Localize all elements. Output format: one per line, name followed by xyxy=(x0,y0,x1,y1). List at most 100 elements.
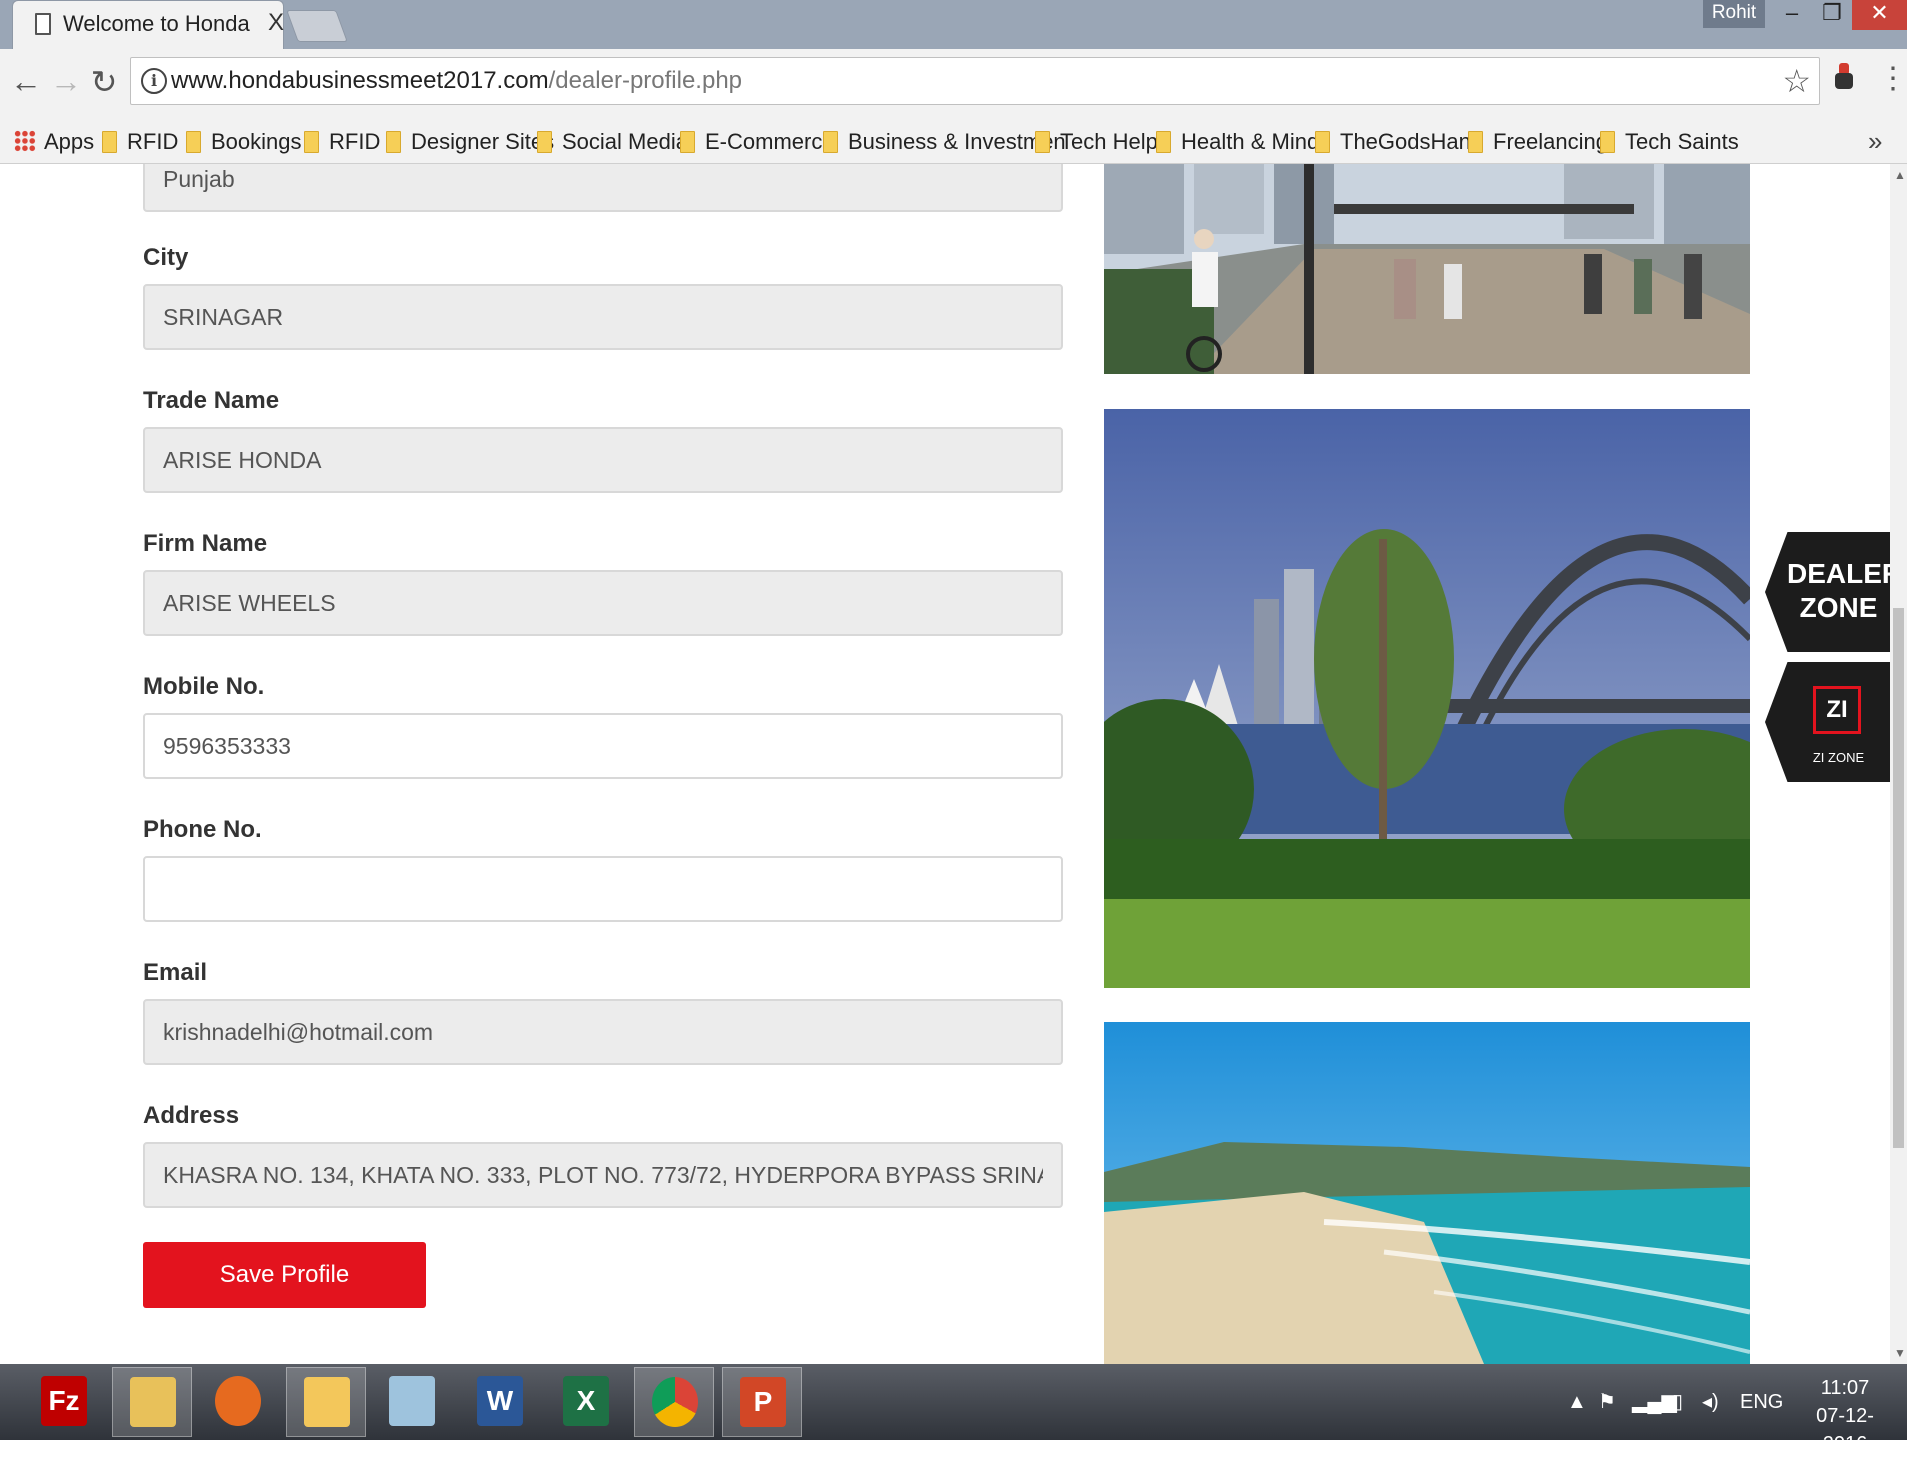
folder-icon xyxy=(823,131,838,153)
word-icon[interactable]: W xyxy=(460,1367,540,1437)
reload-icon[interactable]: ↻ xyxy=(86,63,122,101)
folder-icon xyxy=(1156,131,1171,153)
firefox-icon[interactable] xyxy=(198,1367,278,1437)
bookmarks-overflow-icon[interactable]: » xyxy=(1868,119,1882,164)
bookmark-label: Health & Mind xyxy=(1181,129,1320,154)
bookmark-apps[interactable]: Apps xyxy=(14,119,94,164)
phone-label: Phone No. xyxy=(143,816,262,843)
folder-icon xyxy=(102,131,117,153)
bookmark-label: Social Media xyxy=(562,129,688,154)
profile-name-button[interactable]: Rohit xyxy=(1703,0,1765,28)
action-center-flag-icon[interactable]: ⚑ xyxy=(1598,1364,1616,1440)
bookmark-label: Bookings xyxy=(211,129,302,154)
bookmark-rfid[interactable]: RFID xyxy=(102,119,178,164)
save-profile-button[interactable]: Save Profile xyxy=(143,1242,426,1308)
bookmark-freelancing[interactable]: Freelancing xyxy=(1468,119,1608,164)
bookmark-label: Freelancing xyxy=(1493,129,1608,154)
bookmark-business-investment[interactable]: Business & Investmen xyxy=(823,119,1066,164)
bookmark-thegodshand[interactable]: TheGodsHand xyxy=(1315,119,1483,164)
powerpoint-icon[interactable]: P xyxy=(722,1367,802,1437)
bookmark-label: Business & Investmen xyxy=(848,129,1066,154)
mobile-field[interactable] xyxy=(143,713,1063,779)
zi-zone-button[interactable]: ZI ZI ZONE xyxy=(1765,662,1890,782)
excel-icon[interactable]: X xyxy=(546,1367,626,1437)
zi-zone-label: ZI ZONE xyxy=(1812,750,1865,765)
bookmark-tech-saints[interactable]: Tech Saints xyxy=(1600,119,1739,164)
bookmark-health-mind[interactable]: Health & Mind xyxy=(1156,119,1319,164)
filezilla-icon[interactable]: Fz xyxy=(24,1367,104,1437)
state-field[interactable] xyxy=(143,164,1063,212)
system-clock[interactable]: 11:07 07-12-2016 xyxy=(1795,1374,1895,1458)
bookmark-tech-help[interactable]: Tech Help xyxy=(1035,119,1158,164)
trade-name-label: Trade Name xyxy=(143,387,280,414)
extension-icon[interactable] xyxy=(1833,63,1855,97)
network-signal-icon[interactable]: ▂▄▆ xyxy=(1632,1364,1677,1440)
browser-menu-icon[interactable]: ⋮ xyxy=(1878,61,1907,96)
url-text[interactable]: www.hondabusinessmeet2017.com/dealer-pro… xyxy=(171,67,742,95)
apps-grid-icon xyxy=(14,130,36,152)
folder-icon xyxy=(680,131,695,153)
bookmark-rfid-2[interactable]: RFID xyxy=(304,119,380,164)
scroll-thumb[interactable] xyxy=(1893,608,1904,1148)
page-scrollbar[interactable]: ▲ ▼ xyxy=(1890,164,1907,1364)
tab-title: Welcome to Honda xyxy=(63,11,250,36)
scroll-down-arrow-icon[interactable]: ▼ xyxy=(1894,1346,1906,1360)
folder-icon xyxy=(304,131,319,153)
bookmark-e-commerce[interactable]: E-Commerce xyxy=(680,119,835,164)
close-window-button[interactable]: ✕ xyxy=(1852,0,1907,30)
page-icon xyxy=(35,13,51,35)
dealer-profile-page: City Trade Name Firm Name Mobile No. Pho… xyxy=(0,164,1907,1364)
email-label: Email xyxy=(143,959,208,986)
restore-button[interactable]: ❐ xyxy=(1812,0,1852,30)
bookmarks-bar: Apps RFID Bookings RFID Designer Sites S… xyxy=(0,119,1907,164)
outlook-icon[interactable] xyxy=(286,1367,366,1437)
file-explorer-icon[interactable] xyxy=(112,1367,192,1437)
address-bar[interactable]: i www.hondabusinessmeet2017.com/dealer-p… xyxy=(130,57,1820,105)
harbour-bridge-image xyxy=(1104,409,1750,988)
notepad-icon[interactable] xyxy=(372,1367,452,1437)
firm-name-field[interactable] xyxy=(143,570,1063,636)
mobile-label: Mobile No. xyxy=(143,673,265,700)
bookmark-social-media[interactable]: Social Media xyxy=(537,119,688,164)
beach-image xyxy=(1104,1022,1750,1364)
url-host: www.hondabusinessmeet2017.com xyxy=(171,67,549,94)
browser-tab[interactable]: Welcome to Honda X xyxy=(12,0,284,49)
dealer-zone-button[interactable]: DEALER ZONE xyxy=(1765,532,1890,652)
browser-toolbar: ← → ↻ i www.hondabusinessmeet2017.com/de… xyxy=(0,49,1907,119)
clock-date: 07-12-2016 xyxy=(1816,1405,1874,1455)
trade-name-field[interactable] xyxy=(143,427,1063,493)
browser-titlebar: Welcome to Honda X Rohit – ❐ ✕ xyxy=(0,0,1907,49)
bookmark-designer-sites[interactable]: Designer Sites xyxy=(386,119,554,164)
folder-icon xyxy=(1468,131,1483,153)
bookmark-star-icon[interactable]: ☆ xyxy=(1782,62,1811,100)
folder-icon xyxy=(1600,131,1615,153)
scroll-up-arrow-icon[interactable]: ▲ xyxy=(1894,168,1906,182)
back-arrow-icon[interactable]: ← xyxy=(8,63,44,100)
bookmark-label: Tech Saints xyxy=(1625,129,1739,154)
bookmark-label: RFID xyxy=(127,129,179,154)
chrome-icon[interactable] xyxy=(634,1367,714,1437)
forward-arrow-icon[interactable]: → xyxy=(48,63,84,100)
city-field[interactable] xyxy=(143,284,1063,350)
url-path: /dealer-profile.php xyxy=(548,67,743,94)
minimize-button[interactable]: – xyxy=(1772,0,1812,30)
dealer-zone-line2: ZONE xyxy=(1799,592,1878,623)
folder-icon xyxy=(186,131,201,153)
email-field[interactable] xyxy=(143,999,1063,1065)
zi-logo-icon: ZI xyxy=(1813,686,1861,734)
address-field[interactable] xyxy=(143,1142,1063,1208)
new-tab-button[interactable] xyxy=(286,10,348,42)
city-label: City xyxy=(143,244,189,271)
bookmark-label: TheGodsHand xyxy=(1340,129,1484,154)
city-walkway-image xyxy=(1104,164,1750,374)
bookmark-label: Apps xyxy=(44,129,95,154)
language-indicator[interactable]: ENG xyxy=(1740,1364,1783,1440)
phone-field[interactable] xyxy=(143,856,1063,922)
tab-close-icon[interactable]: X xyxy=(268,9,284,37)
bookmark-bookings[interactable]: Bookings xyxy=(186,119,302,164)
tray-expand-icon[interactable]: ▲ xyxy=(1567,1364,1587,1440)
battery-icon[interactable]: ▯ xyxy=(1672,1364,1683,1440)
firm-name-label: Firm Name xyxy=(143,530,268,557)
site-info-icon[interactable]: i xyxy=(141,68,167,94)
volume-icon[interactable]: ◂) xyxy=(1702,1364,1719,1440)
